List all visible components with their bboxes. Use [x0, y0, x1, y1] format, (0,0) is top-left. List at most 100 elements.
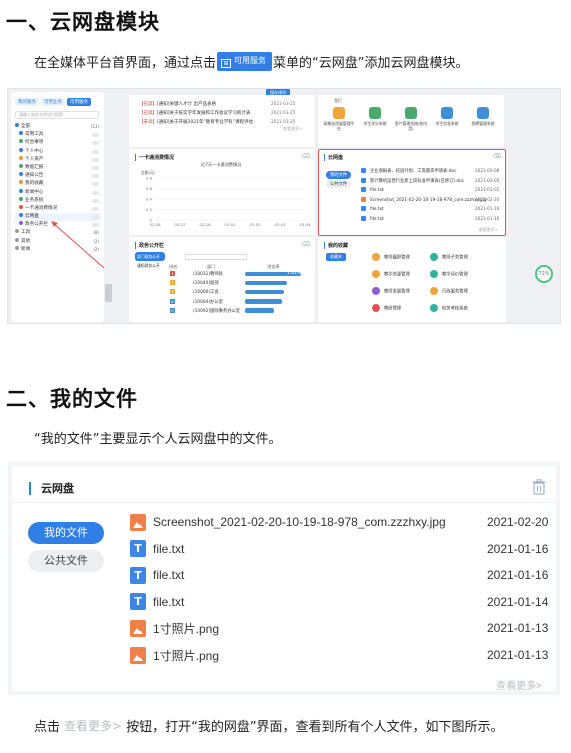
- favorite-link[interactable]: 行政服务管理: [430, 287, 468, 295]
- gov-rate: 1.26%: [287, 298, 301, 304]
- news-item[interactable]: 【已读】[通知]关键人才计 出产品表格: [139, 101, 216, 107]
- sidebar-tab[interactable]: 我的服务: [15, 98, 39, 106]
- app-tile[interactable]: 网格化质量管理平台: [322, 107, 356, 131]
- tree-item-label: 政务公开栏: [25, 222, 48, 228]
- news-more-link[interactable]: 查看更多>: [283, 126, 307, 132]
- favorite-link[interactable]: 校务考核系统: [430, 304, 468, 312]
- app-tile[interactable]: 学生信息系统: [430, 107, 464, 126]
- service-search-input[interactable]: 请输入服务名称进行搜索: [15, 111, 99, 119]
- favorite-link[interactable]: 教学评价管理: [430, 270, 468, 278]
- tree-item[interactable]: 数据汇报: [15, 163, 101, 172]
- footer-text-after: 按钮，打开“我的网盘”界面，查看到所有个人文件，如下图所示。: [126, 720, 504, 735]
- news-item[interactable]: 【已读】[通知]关于核实学年发展和工作会议学习统计表: [139, 110, 251, 116]
- sidebar-tab[interactable]: 可用业务: [41, 98, 65, 106]
- file-name[interactable]: Screenshot_2021-02-20-10-19-18-978_com.z…: [153, 515, 446, 529]
- file-date: 2021-02-20: [487, 515, 549, 529]
- tree-item[interactable]: 通知公告: [15, 172, 101, 180]
- favorite-link[interactable]: 教学资源管理: [372, 270, 410, 278]
- favorite-label: 教师发展管理: [384, 289, 410, 295]
- file-name[interactable]: 1寸照片.png: [153, 620, 219, 637]
- favorite-link[interactable]: 教师子务管理: [430, 253, 468, 261]
- favorite-icon: [430, 304, 438, 312]
- toggle-switch[interactable]: [92, 206, 99, 211]
- app-tile[interactable]: 资产管理系统(校内用): [394, 107, 428, 131]
- toggle-switch[interactable]: [92, 215, 99, 220]
- tree-item[interactable]: 综合事项: [15, 139, 101, 147]
- tree-item[interactable]: 全部 (13): [15, 123, 101, 131]
- tree-item[interactable]: 常用工具: [15, 131, 101, 139]
- gov-date-range-input[interactable]: [185, 254, 247, 260]
- favorite-link[interactable]: 教师发展管理: [372, 287, 410, 295]
- file-name[interactable]: file.txt: [153, 568, 184, 582]
- file-row[interactable]: 1寸照片.png: [130, 618, 219, 638]
- gov-tab-dept[interactable]: 部门政务公开: [135, 252, 165, 261]
- app-tile[interactable]: 招聘管理系统: [466, 107, 500, 126]
- favorite-link[interactable]: 教研管理: [372, 304, 401, 312]
- gov-rate: 1.00%: [287, 307, 301, 313]
- highlight-box: [318, 149, 506, 236]
- tree-item[interactable]: 新闻 (2): [15, 245, 101, 254]
- favorites-panel: 我的收藏 收藏夹 教师履职管理 教师子务管理教学资源管理 教学评价管理教师发展管理 行…: [318, 237, 506, 322]
- apps-header: 我们: [334, 98, 342, 103]
- tab-public-files[interactable]: 公共文件: [28, 550, 104, 572]
- text-file-icon: T: [130, 540, 146, 558]
- category-icon: [19, 155, 23, 160]
- file-row[interactable]: Tfile.txt: [130, 565, 184, 585]
- file-row[interactable]: Tfile.txt: [130, 539, 184, 559]
- file-name[interactable]: 1寸照片.png: [153, 647, 219, 664]
- image-file-icon: [130, 619, 146, 637]
- tree-item[interactable]: 工具 (8): [15, 229, 101, 237]
- file-row[interactable]: Screenshot_2021-02-20-10-19-18-978_com.z…: [130, 512, 446, 532]
- news-item[interactable]: 【未读】[通知]关于开展2021年“教育专业学科”课程评估: [139, 119, 253, 125]
- file-name[interactable]: file.txt: [153, 595, 184, 609]
- file-row[interactable]: Tfile.txt: [130, 592, 184, 612]
- tree-item[interactable]: 云网盘: [15, 213, 101, 222]
- tab-my-files[interactable]: 我的文件: [28, 522, 104, 544]
- toggle-switch[interactable]: [92, 165, 99, 170]
- toggle-switch[interactable]: [92, 198, 99, 203]
- favorites-tab[interactable]: 收藏夹: [326, 253, 346, 261]
- tree-item[interactable]: 其他 (2): [15, 237, 101, 246]
- view-more-link[interactable]: 查看更多>: [496, 677, 542, 692]
- tree-item-count: (8): [93, 230, 99, 236]
- collapse-handle[interactable]: [105, 284, 112, 302]
- toggle-switch[interactable]: [92, 190, 99, 195]
- gov-dept: (10092)国际事务办公室: [193, 308, 241, 314]
- favorite-icon: [430, 253, 438, 261]
- favorites-title: 我的收藏: [324, 242, 348, 249]
- image-file-icon: [130, 513, 146, 531]
- app-tile[interactable]: 学生学分系统: [358, 107, 392, 126]
- available-services-button[interactable]: ⊞ 可用服务: [217, 52, 273, 71]
- gov-dept: (10040)副部: [193, 281, 219, 287]
- favorite-link[interactable]: 教师履职管理: [372, 253, 410, 261]
- toggle-switch[interactable]: [92, 157, 99, 162]
- inline-view-more-button[interactable]: 查看更多>: [64, 717, 122, 734]
- tree-item[interactable]: 一卡通消费情况: [15, 204, 101, 213]
- tree-item[interactable]: 个人资产: [15, 155, 101, 164]
- gov-dept: (10031)教师处: [193, 272, 223, 277]
- tree-item[interactable]: 政务公开栏: [15, 221, 101, 229]
- file-name[interactable]: file.txt: [153, 542, 184, 556]
- toggle-switch[interactable]: [92, 174, 99, 179]
- toggle-switch[interactable]: [92, 223, 99, 228]
- trash-icon[interactable]: [532, 479, 546, 495]
- gov-col-rate: 浏览率: [267, 264, 280, 269]
- cloud-disk-title: 云网盘: [29, 482, 74, 495]
- favorite-label: 教师履职管理: [384, 255, 410, 261]
- trash-icon[interactable]: ⌫: [302, 241, 310, 248]
- sidebar-tab-active[interactable]: 可用服务: [67, 98, 91, 106]
- tree-item[interactable]: 个人中心: [15, 147, 101, 156]
- toggle-switch[interactable]: [92, 182, 99, 187]
- toggle-switch[interactable]: [92, 149, 99, 154]
- tree-item-label: 工具: [21, 230, 31, 236]
- toggle-switch[interactable]: [92, 141, 99, 146]
- tree-item[interactable]: 业务系统: [15, 196, 101, 205]
- tree-item[interactable]: 我的收藏: [15, 180, 101, 188]
- news-date: 2021-03-25: [271, 119, 296, 124]
- news-tag: 【已读】: [139, 111, 157, 116]
- gov-tab-notice[interactable]: 通知政务公开: [135, 261, 165, 270]
- app-icon: [405, 107, 417, 119]
- tree-item[interactable]: 新闻中心: [15, 188, 101, 197]
- file-row[interactable]: 1寸照片.png: [130, 645, 219, 665]
- toggle-switch[interactable]: [92, 133, 99, 138]
